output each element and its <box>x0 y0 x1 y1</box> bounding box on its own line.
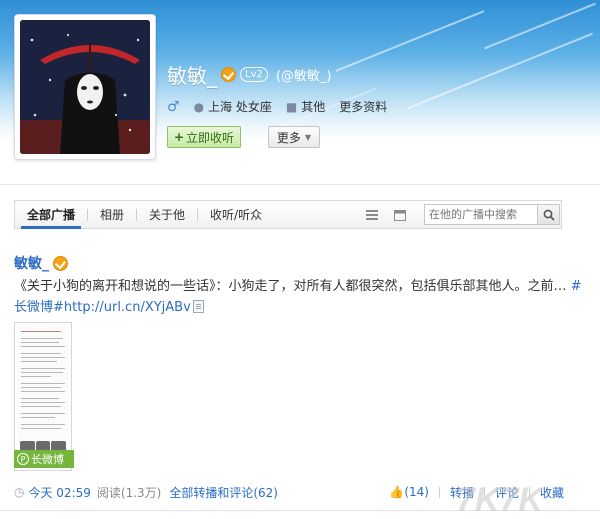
view-tools <box>361 204 411 226</box>
thumbnail-line <box>21 372 63 373</box>
document-icon <box>192 300 204 313</box>
thumbnail-line <box>21 428 61 429</box>
long-weibo-badge[interactable]: P 长微博 <box>14 450 74 468</box>
post-time[interactable]: 今天 02:59 <box>28 484 90 501</box>
profile-search <box>424 204 560 225</box>
all-comments-link[interactable]: 全部转播和评论(62) <box>169 484 278 501</box>
divider <box>0 184 600 185</box>
thumbnail-line <box>21 413 65 414</box>
banner-decoration <box>335 10 485 72</box>
long-weibo-thumbnail[interactable] <box>14 322 72 471</box>
thumbnail-line <box>21 406 61 407</box>
banner-decoration <box>483 2 597 50</box>
thumbnail-line <box>21 361 57 362</box>
thumbnail-line <box>21 368 65 369</box>
follow-button[interactable]: + 立即收听 <box>167 126 241 148</box>
male-icon: ♂ <box>167 98 180 115</box>
tab-all-broadcasts[interactable]: 全部广播 <box>15 201 87 229</box>
thumbnail-page <box>18 326 68 467</box>
clock-icon: ◷ <box>14 485 25 499</box>
briefcase-icon: ■ <box>285 99 298 114</box>
thumbnail-line <box>21 391 65 392</box>
weibo-logo-icon: P <box>17 453 29 465</box>
svg-text:7K7K: 7K7K <box>456 481 545 519</box>
plus-icon: + <box>173 130 185 144</box>
profile-name[interactable]: 敏敏_ <box>167 60 217 89</box>
banner-decoration <box>406 32 594 110</box>
thumbnail-line <box>21 398 59 399</box>
level-badge: Lv2 <box>240 67 268 82</box>
action-divider <box>438 486 440 498</box>
thumbnail-line <box>21 331 61 332</box>
tab-bar: 全部广播 相册 关于他 收听/听众 <box>14 200 562 229</box>
vip-badge-icon <box>221 67 236 82</box>
calendar-icon[interactable] <box>389 204 411 226</box>
like-count[interactable]: (14) <box>404 485 429 499</box>
read-count: 阅读(1.3万) <box>96 485 162 500</box>
post-text: 《关于小狗的离开和想说的一些话》：小狗走了，对所有人都很突然，包括俱乐部其他人。… <box>14 279 571 294</box>
more-info-link[interactable]: 更多资料 <box>339 98 387 115</box>
thumbnail-line <box>21 353 61 354</box>
search-icon[interactable] <box>537 205 559 224</box>
vip-badge-icon <box>53 255 68 271</box>
thumbnail-line <box>21 346 65 347</box>
profile-info: ♂ ● 上海 处女座 ■ 其他 更多资料 <box>167 98 387 115</box>
list-view-icon[interactable] <box>361 204 383 226</box>
post-author[interactable]: 敏敏_ <box>14 253 49 273</box>
thumbnail-line <box>21 402 65 403</box>
profile-handle: (@敏敏_) <box>275 69 332 84</box>
post-author-row: 敏敏_ <box>14 253 68 273</box>
tab-album[interactable]: 相册 <box>88 201 136 228</box>
follow-label: 立即收听 <box>186 130 235 145</box>
tab-about[interactable]: 关于他 <box>137 201 197 228</box>
thumbnail-line <box>21 376 51 377</box>
post-content: 《关于小狗的离开和想说的一些话》：小狗走了，对所有人都很突然，包括俱乐部其他人。… <box>14 276 589 318</box>
thumbnail-line <box>21 424 65 425</box>
watermark-logo: 7K7K <box>456 481 545 519</box>
url-link[interactable]: #http://url.cn/XYjABv <box>53 300 191 315</box>
thumbnail-line <box>21 417 55 418</box>
thumbnail-line <box>21 387 61 388</box>
profile-name-row: 敏敏_ Lv2 (@敏敏_) <box>167 60 332 89</box>
long-weibo-label: 长微博 <box>31 453 64 466</box>
thumbnail-line <box>21 357 65 358</box>
more-button[interactable]: 更多 ▼ <box>268 126 320 148</box>
more-label: 更多 <box>276 130 301 145</box>
profile-other: 其他 <box>301 100 326 114</box>
profile-location: 上海 处女座 <box>208 100 272 114</box>
thumbnail-line <box>21 338 63 339</box>
thumbnail-line <box>21 342 59 343</box>
avatar-image <box>20 20 150 154</box>
location-icon: ● <box>193 99 205 114</box>
thumbnail-line <box>21 383 65 384</box>
tab-followers[interactable]: 收听/听众 <box>198 201 274 228</box>
thumbs-up-icon[interactable]: 👍 <box>389 485 404 499</box>
avatar[interactable] <box>14 14 156 160</box>
chevron-down-icon: ▼ <box>304 132 312 142</box>
search-input[interactable] <box>425 205 537 224</box>
